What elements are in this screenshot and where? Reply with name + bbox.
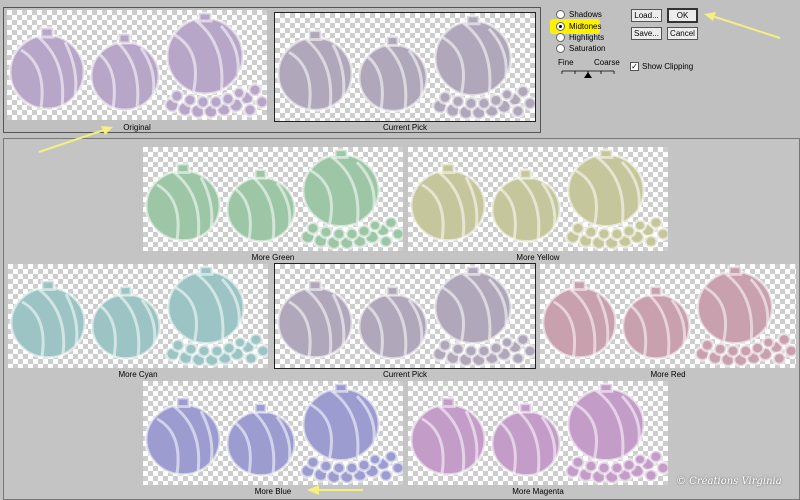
more-cyan-preview[interactable] [8,264,268,368]
more-red-preview[interactable] [540,264,796,368]
more-yellow-caption: More Yellow [516,253,560,262]
radio-shadows-label: Shadows [569,10,602,19]
more-green-caption: More Green [251,253,295,262]
more-blue-preview[interactable] [143,381,403,485]
original-ornaments-image [8,11,267,120]
center-current-pick-ornaments-image [276,265,535,368]
center-current-pick-preview[interactable] [274,263,536,369]
radio-highlights-control[interactable] [556,33,565,42]
more-magenta-caption: More Magenta [512,487,564,496]
show-clipping-checkbox[interactable]: ✓ [630,62,639,71]
fine-label: Fine [558,58,574,67]
more-green-preview[interactable] [143,147,403,251]
radio-highlights-label: Highlights [569,33,605,42]
more-cyan-caption: More Cyan [118,370,158,379]
more-yellow-preview[interactable] [408,147,668,251]
radio-shadows[interactable]: Shadows [556,9,602,20]
more-magenta-ornaments-image [409,382,668,485]
show-clipping-label: Show Clipping [642,62,694,71]
arrow-to-more-blue-icon [307,485,363,495]
more-red-ornaments-image [541,265,796,368]
radio-midtones-control[interactable] [556,22,565,31]
radio-saturation-control[interactable] [556,44,565,53]
slider-ticks [561,70,615,78]
more-magenta-preview[interactable] [408,381,668,485]
load-button[interactable]: Load... [631,9,662,22]
more-green-ornaments-image [144,148,403,251]
radio-highlights[interactable]: Highlights [556,32,604,43]
arrow-to-original-icon [38,126,113,153]
more-blue-ornaments-image [144,382,403,485]
radio-midtones[interactable]: Midtones [556,21,601,32]
more-cyan-ornaments-image [9,265,268,368]
cancel-button[interactable]: Cancel [667,27,698,40]
top-current-pick-ornaments-image [276,14,535,121]
watermark: © Créations Virginia [676,476,782,487]
show-clipping-row[interactable]: ✓ Show Clipping [630,62,693,71]
center-current-pick-caption: Current Pick [382,370,427,379]
slider-thumb [584,72,592,78]
save-button[interactable]: Save... [631,27,662,40]
original-preview [7,10,267,120]
top-current-pick-caption: Current Pick [382,123,427,132]
radio-shadows-control[interactable] [556,10,565,19]
radio-saturation-label: Saturation [569,44,606,53]
fine-coarse-slider[interactable] [560,69,616,79]
radio-saturation[interactable]: Saturation [556,43,605,54]
top-current-pick-preview[interactable] [274,12,536,122]
radio-midtones-label: Midtones [569,22,602,31]
more-yellow-ornaments-image [409,148,668,251]
arrow-to-ok-icon [704,12,781,39]
ok-button[interactable]: OK [667,8,698,23]
more-red-caption: More Red [650,370,686,379]
coarse-label: Coarse [594,58,620,67]
